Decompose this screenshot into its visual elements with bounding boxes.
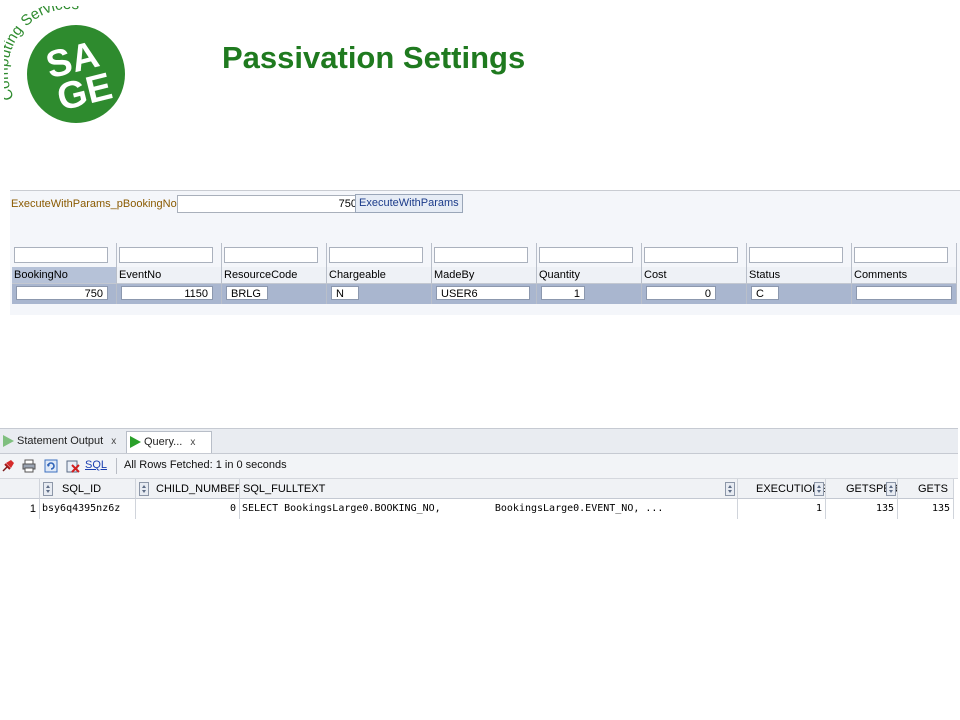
cell-executions[interactable]: 1 (738, 499, 826, 519)
tab-statement-output[interactable]: Statement Output x (0, 431, 124, 452)
column-header-status[interactable]: Status (747, 267, 852, 284)
filter-cell (852, 243, 957, 267)
play-icon (130, 436, 141, 449)
form-grid: BookingNo EventNo ResourceCode Chargeabl… (12, 243, 958, 304)
page-title: Passivation Settings (222, 40, 526, 75)
cell-sql-fulltext[interactable]: SELECT BookingsLarge0.BOOKING_NO, Bookin… (240, 499, 738, 519)
column-header-getsper[interactable]: GETSPER (826, 479, 898, 499)
toolbar-divider (116, 458, 117, 474)
sort-icon[interactable] (814, 482, 824, 496)
column-header-sql-id[interactable]: SQL_ID (40, 479, 136, 499)
filter-cell (747, 243, 852, 267)
execute-with-params-button[interactable]: ExecuteWithParams (355, 194, 463, 213)
row-number-header (0, 479, 40, 499)
filter-input-resourcecode[interactable] (224, 247, 318, 263)
column-header-label: CHILD_NUMBER (156, 483, 240, 495)
close-icon[interactable]: x (111, 436, 116, 447)
column-header-chargeable[interactable]: Chargeable (327, 267, 432, 284)
filter-input-quantity[interactable] (539, 247, 633, 263)
filter-cell (12, 243, 117, 267)
resourcecode-field[interactable]: BRLG (226, 286, 268, 300)
sort-icon[interactable] (886, 482, 896, 496)
form-panel: ExecuteWithParams_pBookingNo 750 Execute… (10, 190, 960, 315)
filter-cell (432, 243, 537, 267)
data-cell: BRLG (222, 284, 327, 304)
table-row[interactable]: 750 1150 BRLG N USER6 1 0 C (12, 284, 958, 304)
tab-query[interactable]: Query... x (126, 431, 212, 453)
chargeable-field[interactable]: N (331, 286, 359, 300)
tab-bar: Statement Output x Query... x (0, 428, 958, 454)
column-header-executions[interactable]: EXECUTIONS (738, 479, 826, 499)
row-number: 1 (0, 499, 40, 519)
tab-label: Statement Output (17, 435, 104, 447)
column-header-gets[interactable]: GETS (898, 479, 954, 499)
filter-input-status[interactable] (749, 247, 843, 263)
data-cell: C (747, 284, 852, 304)
filter-input-madeby[interactable] (434, 247, 528, 263)
column-header-label: SQL_FULLTEXT (243, 483, 326, 495)
sort-icon[interactable] (43, 482, 53, 496)
param-label: ExecuteWithParams_pBookingNo (11, 198, 177, 210)
filter-cell (327, 243, 432, 267)
filter-cell (537, 243, 642, 267)
param-input[interactable]: 750 (177, 195, 361, 213)
filter-input-cost[interactable] (644, 247, 738, 263)
data-cell: N (327, 284, 432, 304)
filter-cell (222, 243, 327, 267)
column-header-resourcecode[interactable]: ResourceCode (222, 267, 327, 284)
column-header-eventno[interactable]: EventNo (117, 267, 222, 284)
tab-label: Query... (144, 436, 183, 448)
filter-input-chargeable[interactable] (329, 247, 423, 263)
filter-input-comments[interactable] (854, 247, 948, 263)
column-header-madeby[interactable]: MadeBy (432, 267, 537, 284)
pin-icon[interactable] (1, 459, 15, 473)
filter-row (12, 243, 958, 267)
cell-getsper[interactable]: 135 (826, 499, 898, 519)
results-grid: SQL_ID CHILD_NUMBER SQL_FULLTEXT EXECUTI… (0, 479, 958, 519)
data-cell: 0 (642, 284, 747, 304)
refresh-icon[interactable] (44, 459, 58, 473)
data-cell: 750 (12, 284, 117, 304)
data-cell: 1150 (117, 284, 222, 304)
column-header-bookingno[interactable]: BookingNo (12, 267, 117, 284)
column-header-comments[interactable]: Comments (852, 267, 957, 284)
filter-input-bookingno[interactable] (14, 247, 108, 263)
madeby-field[interactable]: USER6 (436, 286, 530, 300)
data-cell: USER6 (432, 284, 537, 304)
column-header-child-number[interactable]: CHILD_NUMBER (136, 479, 240, 499)
column-header-sql-fulltext[interactable]: SQL_FULLTEXT (240, 479, 738, 499)
results-header-row: SQL_ID CHILD_NUMBER SQL_FULLTEXT EXECUTI… (0, 479, 958, 499)
column-header-quantity[interactable]: Quantity (537, 267, 642, 284)
column-header-label: SQL_ID (62, 483, 102, 495)
quantity-field[interactable]: 1 (541, 286, 585, 300)
eventno-field[interactable]: 1150 (121, 286, 213, 300)
sage-logo: Computing Services SA GE (4, 6, 125, 123)
sort-icon[interactable] (139, 482, 149, 496)
header-row: BookingNo EventNo ResourceCode Chargeabl… (12, 267, 958, 284)
table-row[interactable]: 1 bsy6q4395nz6z 0 SELECT BookingsLarge0.… (0, 499, 958, 519)
column-header-label: GETS (918, 483, 948, 495)
bookingno-field[interactable]: 750 (16, 286, 108, 300)
comments-field[interactable] (856, 286, 952, 300)
results-toolbar: SQL All Rows Fetched: 1 in 0 seconds (0, 454, 958, 479)
sort-icon[interactable] (725, 482, 735, 496)
cell-gets[interactable]: 135 (898, 499, 954, 519)
close-icon[interactable]: x (190, 437, 195, 448)
data-cell (852, 284, 957, 304)
filter-cell (642, 243, 747, 267)
cost-field[interactable]: 0 (646, 286, 716, 300)
column-header-cost[interactable]: Cost (642, 267, 747, 284)
play-icon (3, 435, 14, 448)
filter-input-eventno[interactable] (119, 247, 213, 263)
fetch-status: All Rows Fetched: 1 in 0 seconds (124, 459, 287, 471)
cell-child-number[interactable]: 0 (136, 499, 240, 519)
clear-icon[interactable] (66, 459, 80, 473)
data-cell: 1 (537, 284, 642, 304)
query-results-panel: Statement Output x Query... x SQL All Rows… (0, 428, 960, 524)
sql-link[interactable]: SQL (85, 459, 107, 471)
status-field[interactable]: C (751, 286, 779, 300)
print-icon[interactable] (22, 459, 36, 473)
filter-cell (117, 243, 222, 267)
cell-sql-id[interactable]: bsy6q4395nz6z (40, 499, 136, 519)
